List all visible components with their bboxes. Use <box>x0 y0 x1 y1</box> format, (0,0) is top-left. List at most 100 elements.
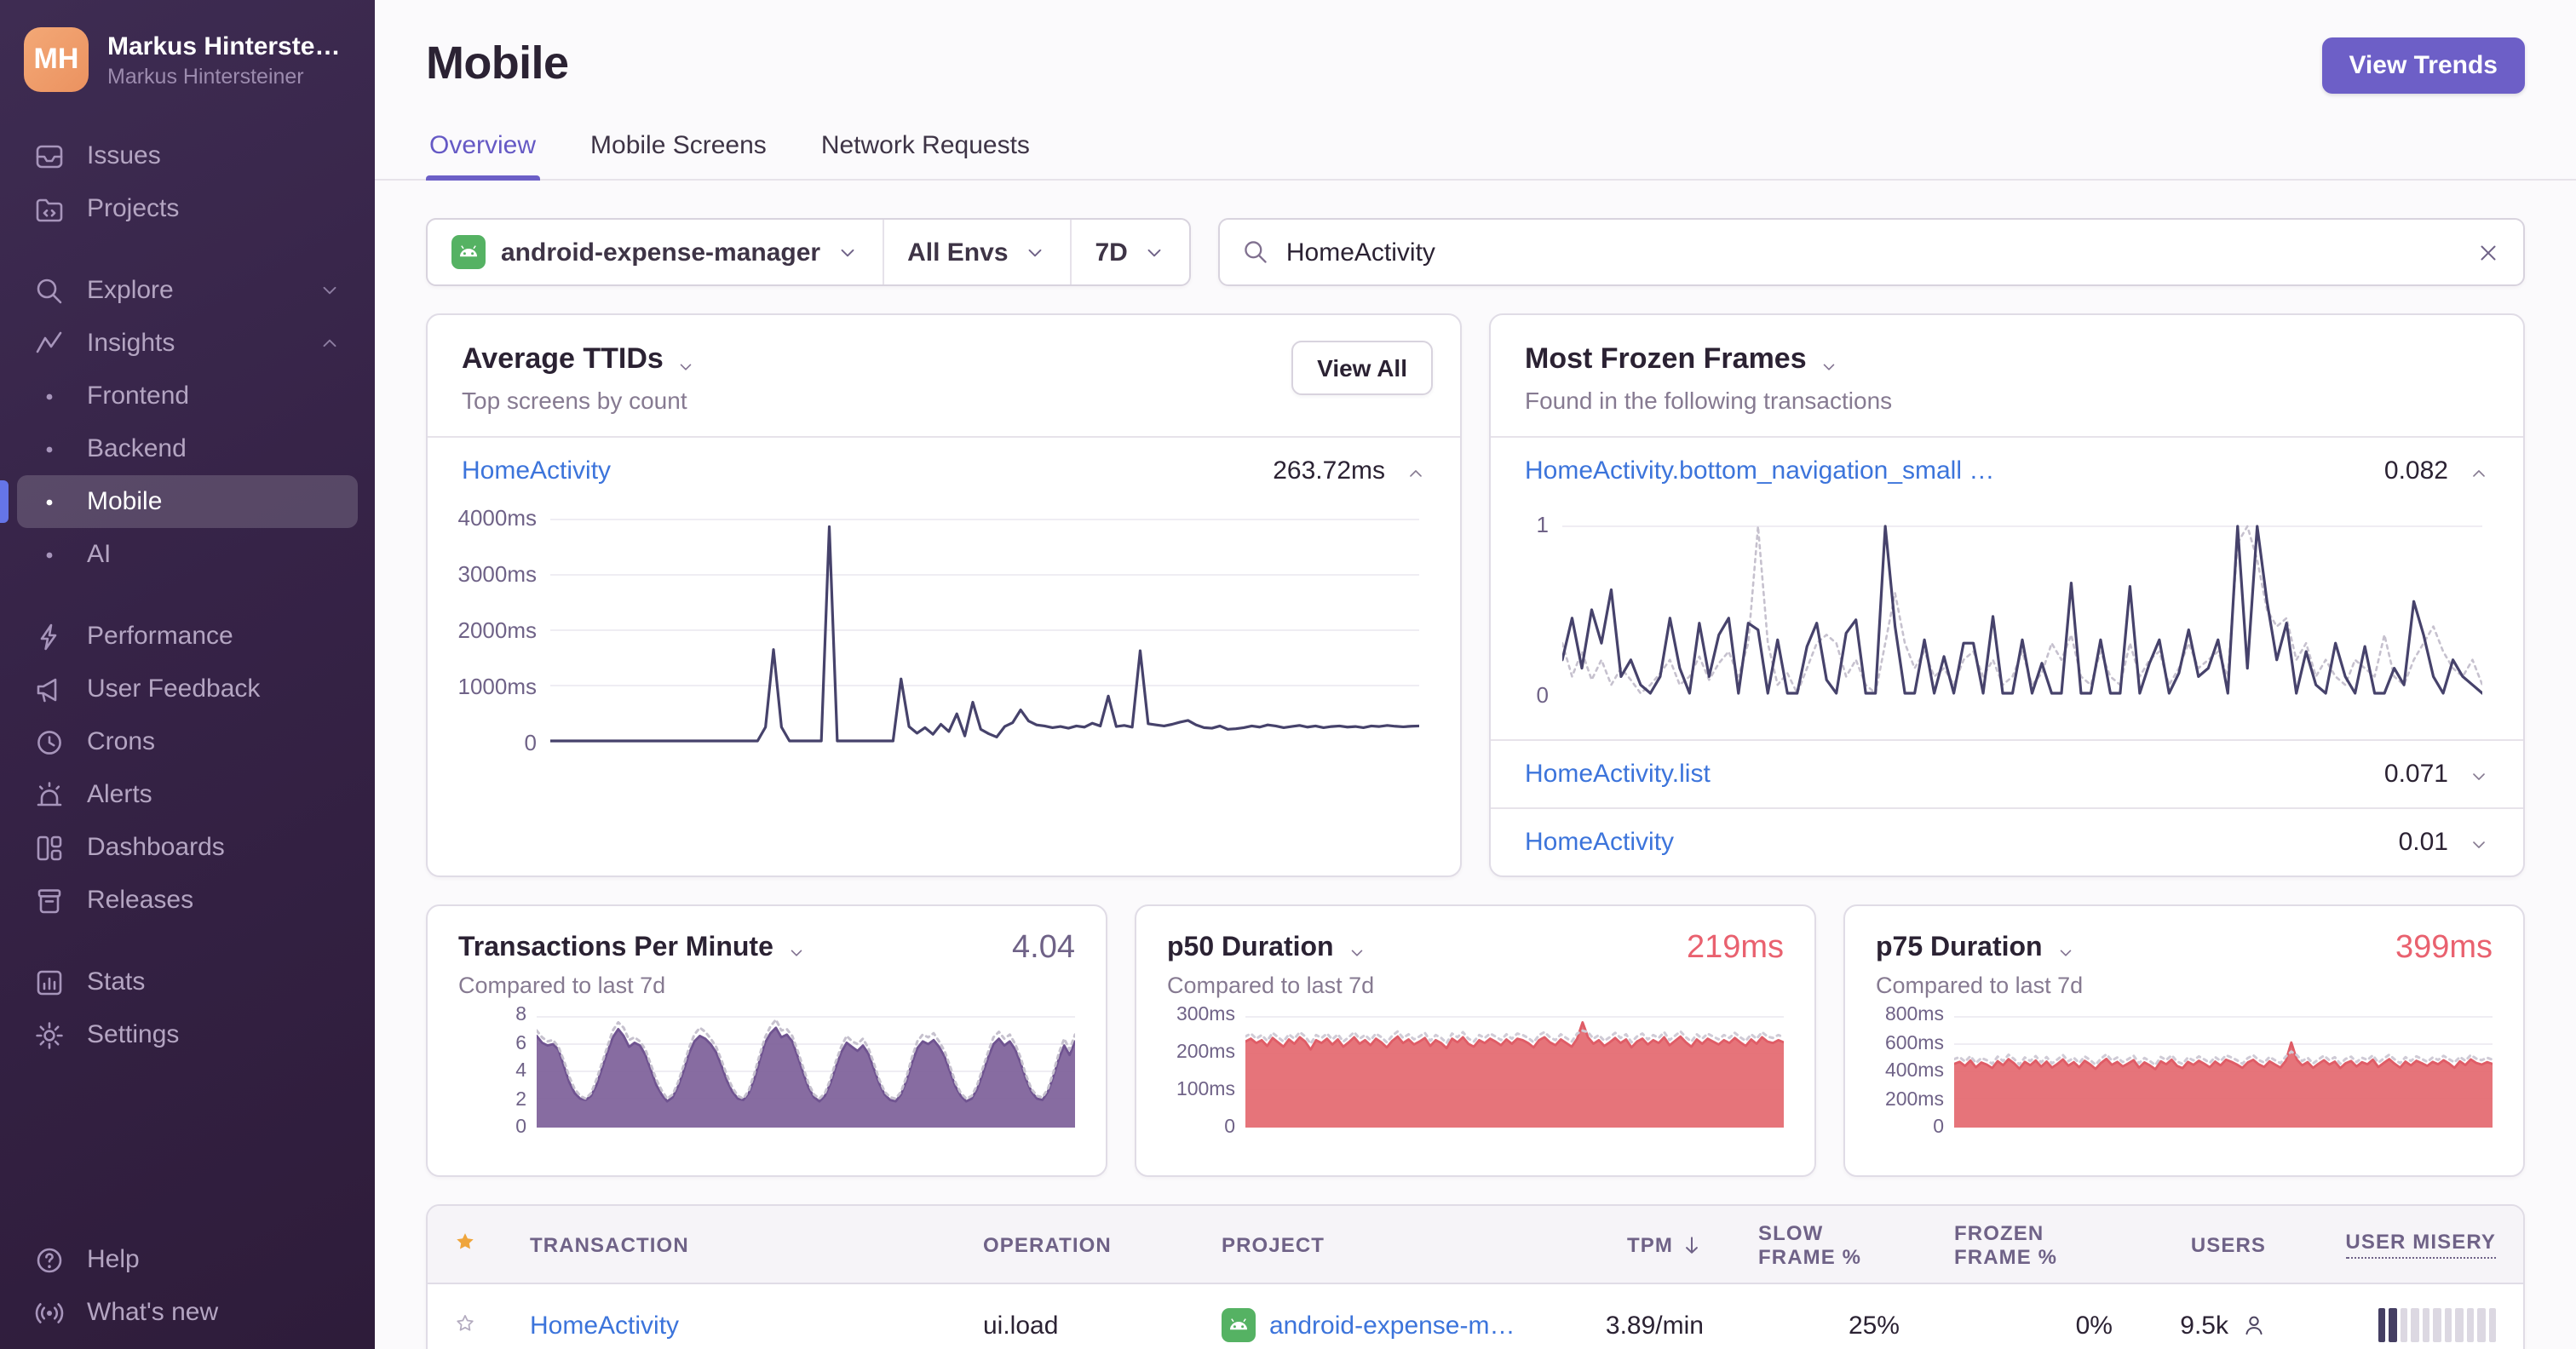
chevron-down-icon[interactable] <box>2469 764 2489 784</box>
siren-icon <box>34 779 65 810</box>
date-range-select[interactable]: 7D <box>1069 220 1189 284</box>
column-users[interactable]: USERS <box>2140 1232 2293 1256</box>
p50-chart: 300ms 200ms 100ms 0 <box>1167 1005 1784 1138</box>
sidebar-item[interactable]: Mobile <box>0 475 358 528</box>
p75-value: 399ms <box>2395 930 2493 966</box>
environment-select-value: All Envs <box>907 238 1009 267</box>
sidebar-footer-item[interactable]: Help <box>17 1233 358 1286</box>
frozen-value: 0.071 <box>2383 760 2448 789</box>
sidebar-item[interactable]: Frontend <box>17 370 358 422</box>
sidebar-item[interactable]: AI <box>17 528 358 581</box>
releases-icon <box>34 885 65 916</box>
user-misery-bars <box>2378 1308 2496 1342</box>
p75-duration-card: p75 Duration 399ms Compared to last 7d 8… <box>1843 904 2525 1177</box>
search-input[interactable] <box>1285 238 2458 267</box>
view-all-button[interactable]: View All <box>1291 341 1433 395</box>
chevron-down-icon <box>1143 241 1165 263</box>
sidebar-item[interactable]: Performance <box>17 610 358 663</box>
dot-icon <box>34 433 65 464</box>
column-user-misery[interactable]: USER MISERY <box>2293 1230 2523 1259</box>
transaction-link[interactable]: HomeActivity.bottom_navigation_small … <box>1525 456 2384 485</box>
main-content: Mobile View Trends Overview Mobile Scree… <box>375 0 2576 1349</box>
transaction-link[interactable]: HomeActivity.list <box>1525 760 2384 789</box>
card-title[interactable]: p75 Duration <box>1876 933 2043 964</box>
p50-duration-card: p50 Duration 219ms Compared to last 7d 3… <box>1135 904 1816 1177</box>
card-title[interactable]: Average TTIDs <box>462 342 1426 376</box>
sidebar-item[interactable]: Settings <box>17 1008 358 1061</box>
card-title[interactable]: Most Frozen Frames <box>1525 342 2489 376</box>
sidebar-item[interactable]: Explore <box>17 264 358 317</box>
frozen-expanded-row: HomeActivity.bottom_navigation_small … 0… <box>1491 438 2523 504</box>
sidebar-item[interactable]: Releases <box>17 874 358 927</box>
star-column-header[interactable] <box>428 1231 503 1258</box>
card-header: p50 Duration 219ms <box>1167 930 1784 967</box>
column-project[interactable]: PROJECT <box>1194 1232 1544 1256</box>
sidebar-item[interactable]: Dashboards <box>17 821 358 874</box>
card-subtitle: Compared to last 7d <box>1167 973 1375 998</box>
sidebar-item[interactable]: Insights <box>17 317 358 370</box>
table-row: HomeActivity ui.load android-expense-man… <box>428 1284 2523 1349</box>
transaction-link[interactable]: HomeActivity <box>530 1311 679 1340</box>
chevron-down-icon <box>319 279 341 301</box>
card-header: p75 Duration 399ms <box>1876 930 2493 967</box>
tab[interactable]: Overview <box>426 131 539 181</box>
environment-select[interactable]: All Envs <box>882 220 1069 284</box>
column-tpm[interactable]: TPM <box>1544 1232 1731 1256</box>
chevron-down-icon <box>2056 939 2075 958</box>
transaction-link[interactable]: HomeActivity <box>1525 828 2399 857</box>
star-outline-icon[interactable] <box>455 1312 475 1339</box>
close-icon[interactable] <box>2475 239 2501 265</box>
tab[interactable]: Network Requests <box>818 131 1033 179</box>
card-title[interactable]: p50 Duration <box>1167 933 1334 964</box>
user-misery-cell <box>2293 1308 2523 1342</box>
page-filters: android-expense-manager All Envs 7D <box>426 218 1191 286</box>
y-axis: 300ms 200ms 100ms 0 <box>1176 1005 1235 1138</box>
project-select[interactable]: android-expense-manager <box>428 220 882 284</box>
transaction-link[interactable]: HomeActivity <box>462 456 1273 485</box>
sidebar-item[interactable]: Crons <box>17 715 358 768</box>
help-icon <box>34 1244 65 1275</box>
chart-plot <box>537 1015 1075 1128</box>
search-icon <box>1242 238 1269 266</box>
tab[interactable]: Mobile Screens <box>587 131 770 179</box>
megaphone-icon <box>34 674 65 704</box>
sidebar-item[interactable]: Alerts <box>17 768 358 821</box>
filter-bar: android-expense-manager All Envs 7D <box>426 218 2525 286</box>
chevron-down-icon[interactable] <box>2469 832 2489 852</box>
y-axis: 86420 <box>515 1005 526 1138</box>
view-trends-button[interactable]: View Trends <box>2321 37 2525 94</box>
sidebar-item[interactable]: Projects <box>17 182 358 235</box>
column-slow-frame[interactable]: SLOW FRAME % <box>1731 1220 1927 1268</box>
dashboards-icon <box>34 832 65 863</box>
project-link[interactable]: android-expense-manager <box>1269 1311 1516 1340</box>
transaction-cell: HomeActivity <box>503 1311 956 1340</box>
sidebar-footer-item[interactable]: What's new <box>17 1286 358 1339</box>
column-transaction[interactable]: TRANSACTION <box>503 1232 956 1256</box>
sidebar-item[interactable]: User Feedback <box>17 663 358 715</box>
column-operation[interactable]: OPERATION <box>956 1232 1194 1256</box>
user-name: Markus Hintersteiner <box>107 32 346 60</box>
card-title[interactable]: Transactions Per Minute <box>458 933 773 964</box>
org-switcher[interactable]: MH Markus Hintersteiner Markus Hinterste… <box>0 0 375 112</box>
chevron-down-icon <box>836 241 858 263</box>
tpm-cell: 3.89/min <box>1605 1311 1704 1340</box>
sidebar-item[interactable]: Backend <box>17 422 358 475</box>
chevron-up-icon[interactable] <box>1406 461 1426 481</box>
org-name: Markus Hintersteiner <box>107 64 304 88</box>
card-subtitle: Compared to last 7d <box>458 973 666 998</box>
android-icon <box>1222 1308 1256 1342</box>
chart-plot <box>1954 1015 2493 1128</box>
y-axis: 10 <box>1536 512 1549 708</box>
search-icon <box>34 275 65 306</box>
sidebar-item[interactable]: Issues <box>17 129 358 182</box>
overview-cards: Average TTIDs Top screens by count View … <box>426 313 2525 877</box>
chevron-up-icon[interactable] <box>2469 461 2489 481</box>
frozen-collapsed-row: HomeActivity 0.01 <box>1491 809 2523 875</box>
frozen-rows: HomeActivity.list 0.071 HomeActivity 0.0… <box>1491 739 2523 875</box>
sidebar-footer: Help What's new <box>0 1233 375 1349</box>
sidebar-item[interactable]: Stats <box>17 956 358 1008</box>
star-icon <box>455 1231 475 1258</box>
column-frozen-frame[interactable]: FROZEN FRAME % <box>1927 1220 2140 1268</box>
search-box <box>1217 218 2525 286</box>
